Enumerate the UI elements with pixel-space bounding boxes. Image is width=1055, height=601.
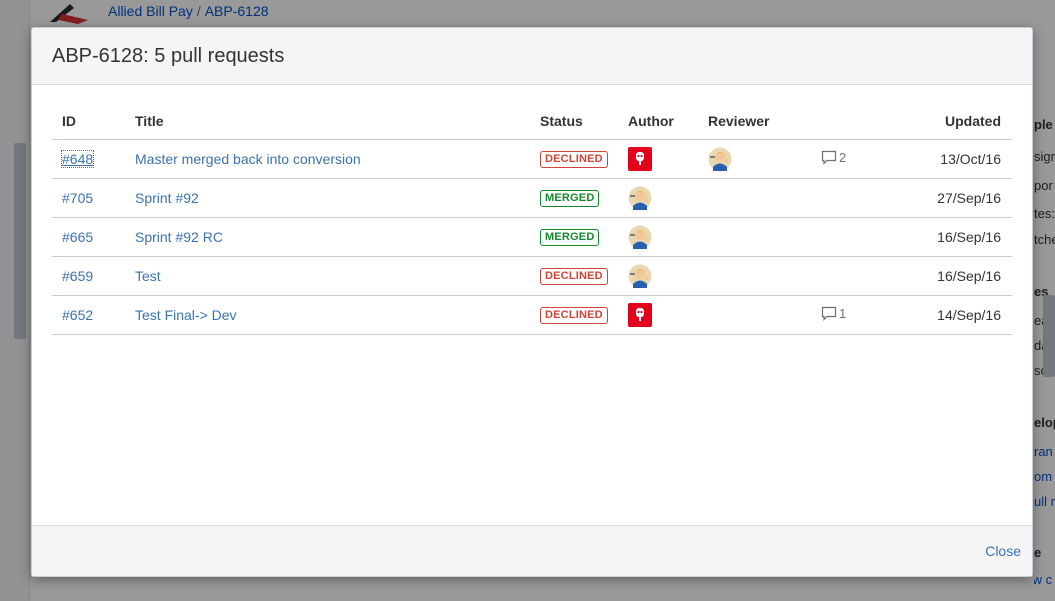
author-cell (628, 295, 708, 335)
reviewer-avatar-icon[interactable] (708, 147, 732, 171)
comment-icon (821, 306, 837, 321)
reviewer-cell (708, 217, 818, 257)
pr-id-link[interactable]: #659 (62, 268, 93, 284)
column-header-author: Author (628, 104, 708, 140)
updated-date: 14/Sep/16 (878, 295, 1012, 335)
author-avatar-icon[interactable] (628, 146, 652, 171)
author-avatar-icon[interactable] (628, 302, 652, 327)
column-header-id: ID (52, 104, 135, 140)
pr-title-link[interactable]: Sprint #92 RC (135, 229, 223, 245)
author-cell (628, 139, 708, 179)
updated-date: 16/Sep/16 (878, 256, 1012, 296)
author-avatar-icon[interactable] (628, 225, 652, 249)
close-button[interactable]: Close (985, 543, 1021, 559)
pr-title-link[interactable]: Sprint #92 (135, 190, 199, 206)
pull-requests-table: ID Title Status Author Reviewer Updated … (52, 104, 1012, 335)
status-lozenge: DECLINED (540, 268, 608, 285)
pr-id-link[interactable]: #652 (62, 307, 93, 323)
comments-cell (818, 178, 878, 218)
dialog-body: ID Title Status Author Reviewer Updated … (52, 104, 1012, 335)
comment-count: 1 (821, 306, 846, 321)
column-header-reviewer: Reviewer (708, 104, 818, 140)
dialog-footer: Close (32, 525, 1032, 576)
pull-requests-dialog: ABP-6128: 5 pull requests ID Title Statu… (31, 27, 1033, 577)
table-body: #648 Master merged back into conversion DE… (52, 139, 1012, 335)
pr-title-link[interactable]: Test (135, 268, 161, 284)
reviewer-cell (708, 139, 818, 179)
status-lozenge: DECLINED (540, 151, 608, 168)
comments-cell: 1 (818, 295, 878, 335)
reviewer-cell (708, 178, 818, 218)
table-row: #705 Sprint #92 MERGED 27/Sep/16 (52, 178, 1012, 218)
column-header-comments (818, 104, 878, 140)
updated-date: 27/Sep/16 (878, 178, 1012, 218)
table-row: #648 Master merged back into conversion DE… (52, 139, 1012, 179)
comments-cell: 2 (818, 139, 878, 179)
author-avatar-icon[interactable] (628, 264, 652, 288)
reviewer-cell (708, 256, 818, 296)
column-header-updated: Updated (878, 104, 1012, 140)
dialog-header: ABP-6128: 5 pull requests (32, 28, 1032, 85)
updated-date: 13/Oct/16 (878, 139, 1012, 179)
comments-cell (818, 256, 878, 296)
author-cell (628, 217, 708, 257)
pr-title-link[interactable]: Test Final-> Dev (135, 307, 237, 323)
author-avatar-icon[interactable] (628, 186, 652, 210)
comment-icon (821, 150, 837, 165)
table-row: #652 Test Final-> Dev DECLINED 1 14/Sep/16 (52, 295, 1012, 335)
comment-count: 2 (821, 150, 846, 165)
status-lozenge: DECLINED (540, 307, 608, 324)
pr-id-link[interactable]: #665 (62, 229, 93, 245)
comment-count-value: 1 (839, 305, 847, 321)
dialog-title: ABP-6128: 5 pull requests (52, 44, 285, 67)
pr-id-link[interactable]: #705 (62, 190, 93, 206)
table-row: #665 Sprint #92 RC MERGED 16/Sep/16 (52, 217, 1012, 257)
author-cell (628, 256, 708, 296)
pr-id-link[interactable]: #648 (60, 149, 95, 168)
table-row: #659 Test DECLINED 16/Sep/16 (52, 256, 1012, 296)
column-header-title: Title (135, 104, 540, 140)
status-lozenge: MERGED (540, 229, 600, 246)
reviewer-cell (708, 295, 818, 335)
author-cell (628, 178, 708, 218)
updated-date: 16/Sep/16 (878, 217, 1012, 257)
comment-count-value: 2 (839, 149, 847, 165)
status-lozenge: MERGED (540, 190, 600, 207)
pr-title-link[interactable]: Master merged back into conversion (135, 151, 361, 167)
table-header-row: ID Title Status Author Reviewer Updated (52, 104, 1012, 140)
column-header-status: Status (540, 104, 628, 140)
comments-cell (818, 217, 878, 257)
